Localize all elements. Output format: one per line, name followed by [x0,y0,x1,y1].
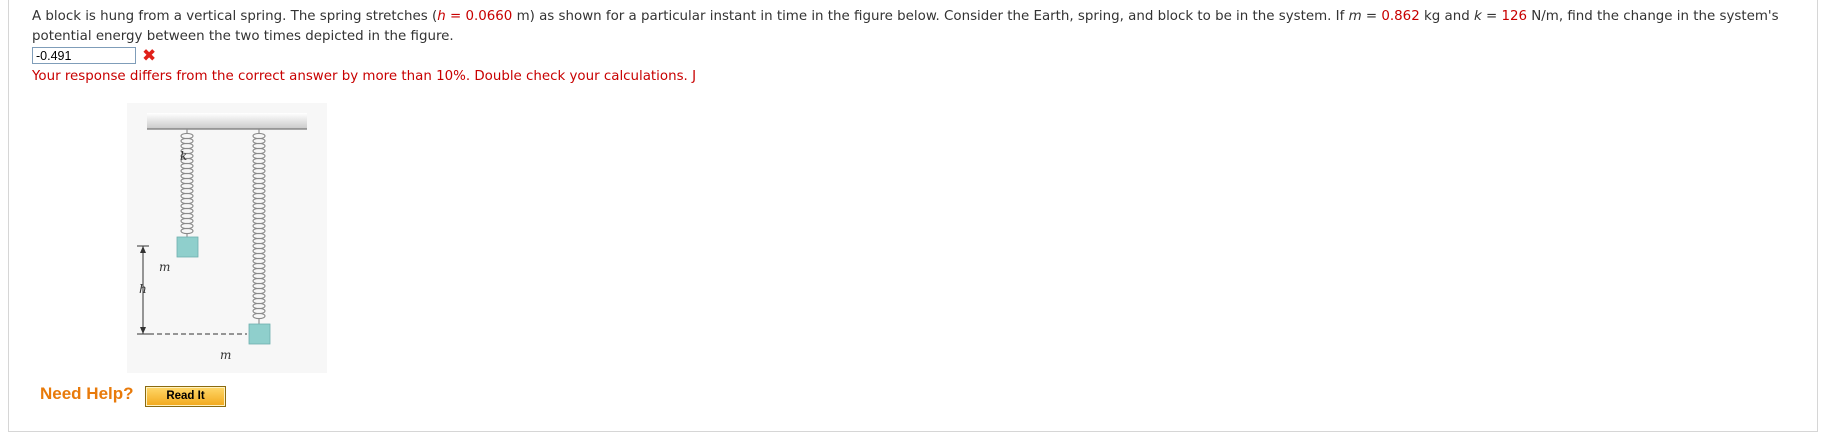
h-variable: h [437,9,446,24]
h-value: 0.0660 [465,9,513,24]
block-left [176,236,199,258]
m-label-right: m [220,348,231,362]
wrong-answer-icon: ✖ [142,46,157,66]
ceiling [147,113,307,129]
block-right [248,323,271,345]
m-value: 0.862 [1381,9,1420,24]
answer-input[interactable] [32,47,136,64]
h-unit-text: m) as shown for a particular instant in … [512,9,1349,24]
question-text: A block is hung from a vertical spring. … [32,7,1812,47]
question-intro: A block is hung from a vertical spring. … [32,9,438,24]
k-label: k [180,149,187,163]
h-label: h [139,282,147,296]
k-equals: = [1481,9,1502,24]
need-help-label: Need Help? [40,384,134,403]
m-variable: m [1348,9,1362,24]
m-label-left: m [159,260,170,274]
k-value: 126 [1501,9,1528,24]
read-it-button[interactable]: Read It [145,386,226,407]
spring-figure: k h m m [127,103,327,373]
figure-background [127,103,327,373]
k-variable: k [1473,9,1482,24]
h-equals: = [445,9,466,24]
feedback-message: Your response differs from the correct a… [32,69,697,84]
question-panel: A block is hung from a vertical spring. … [8,0,1818,432]
m-equals: = [1361,9,1382,24]
m-unit-text: kg and [1419,9,1474,24]
